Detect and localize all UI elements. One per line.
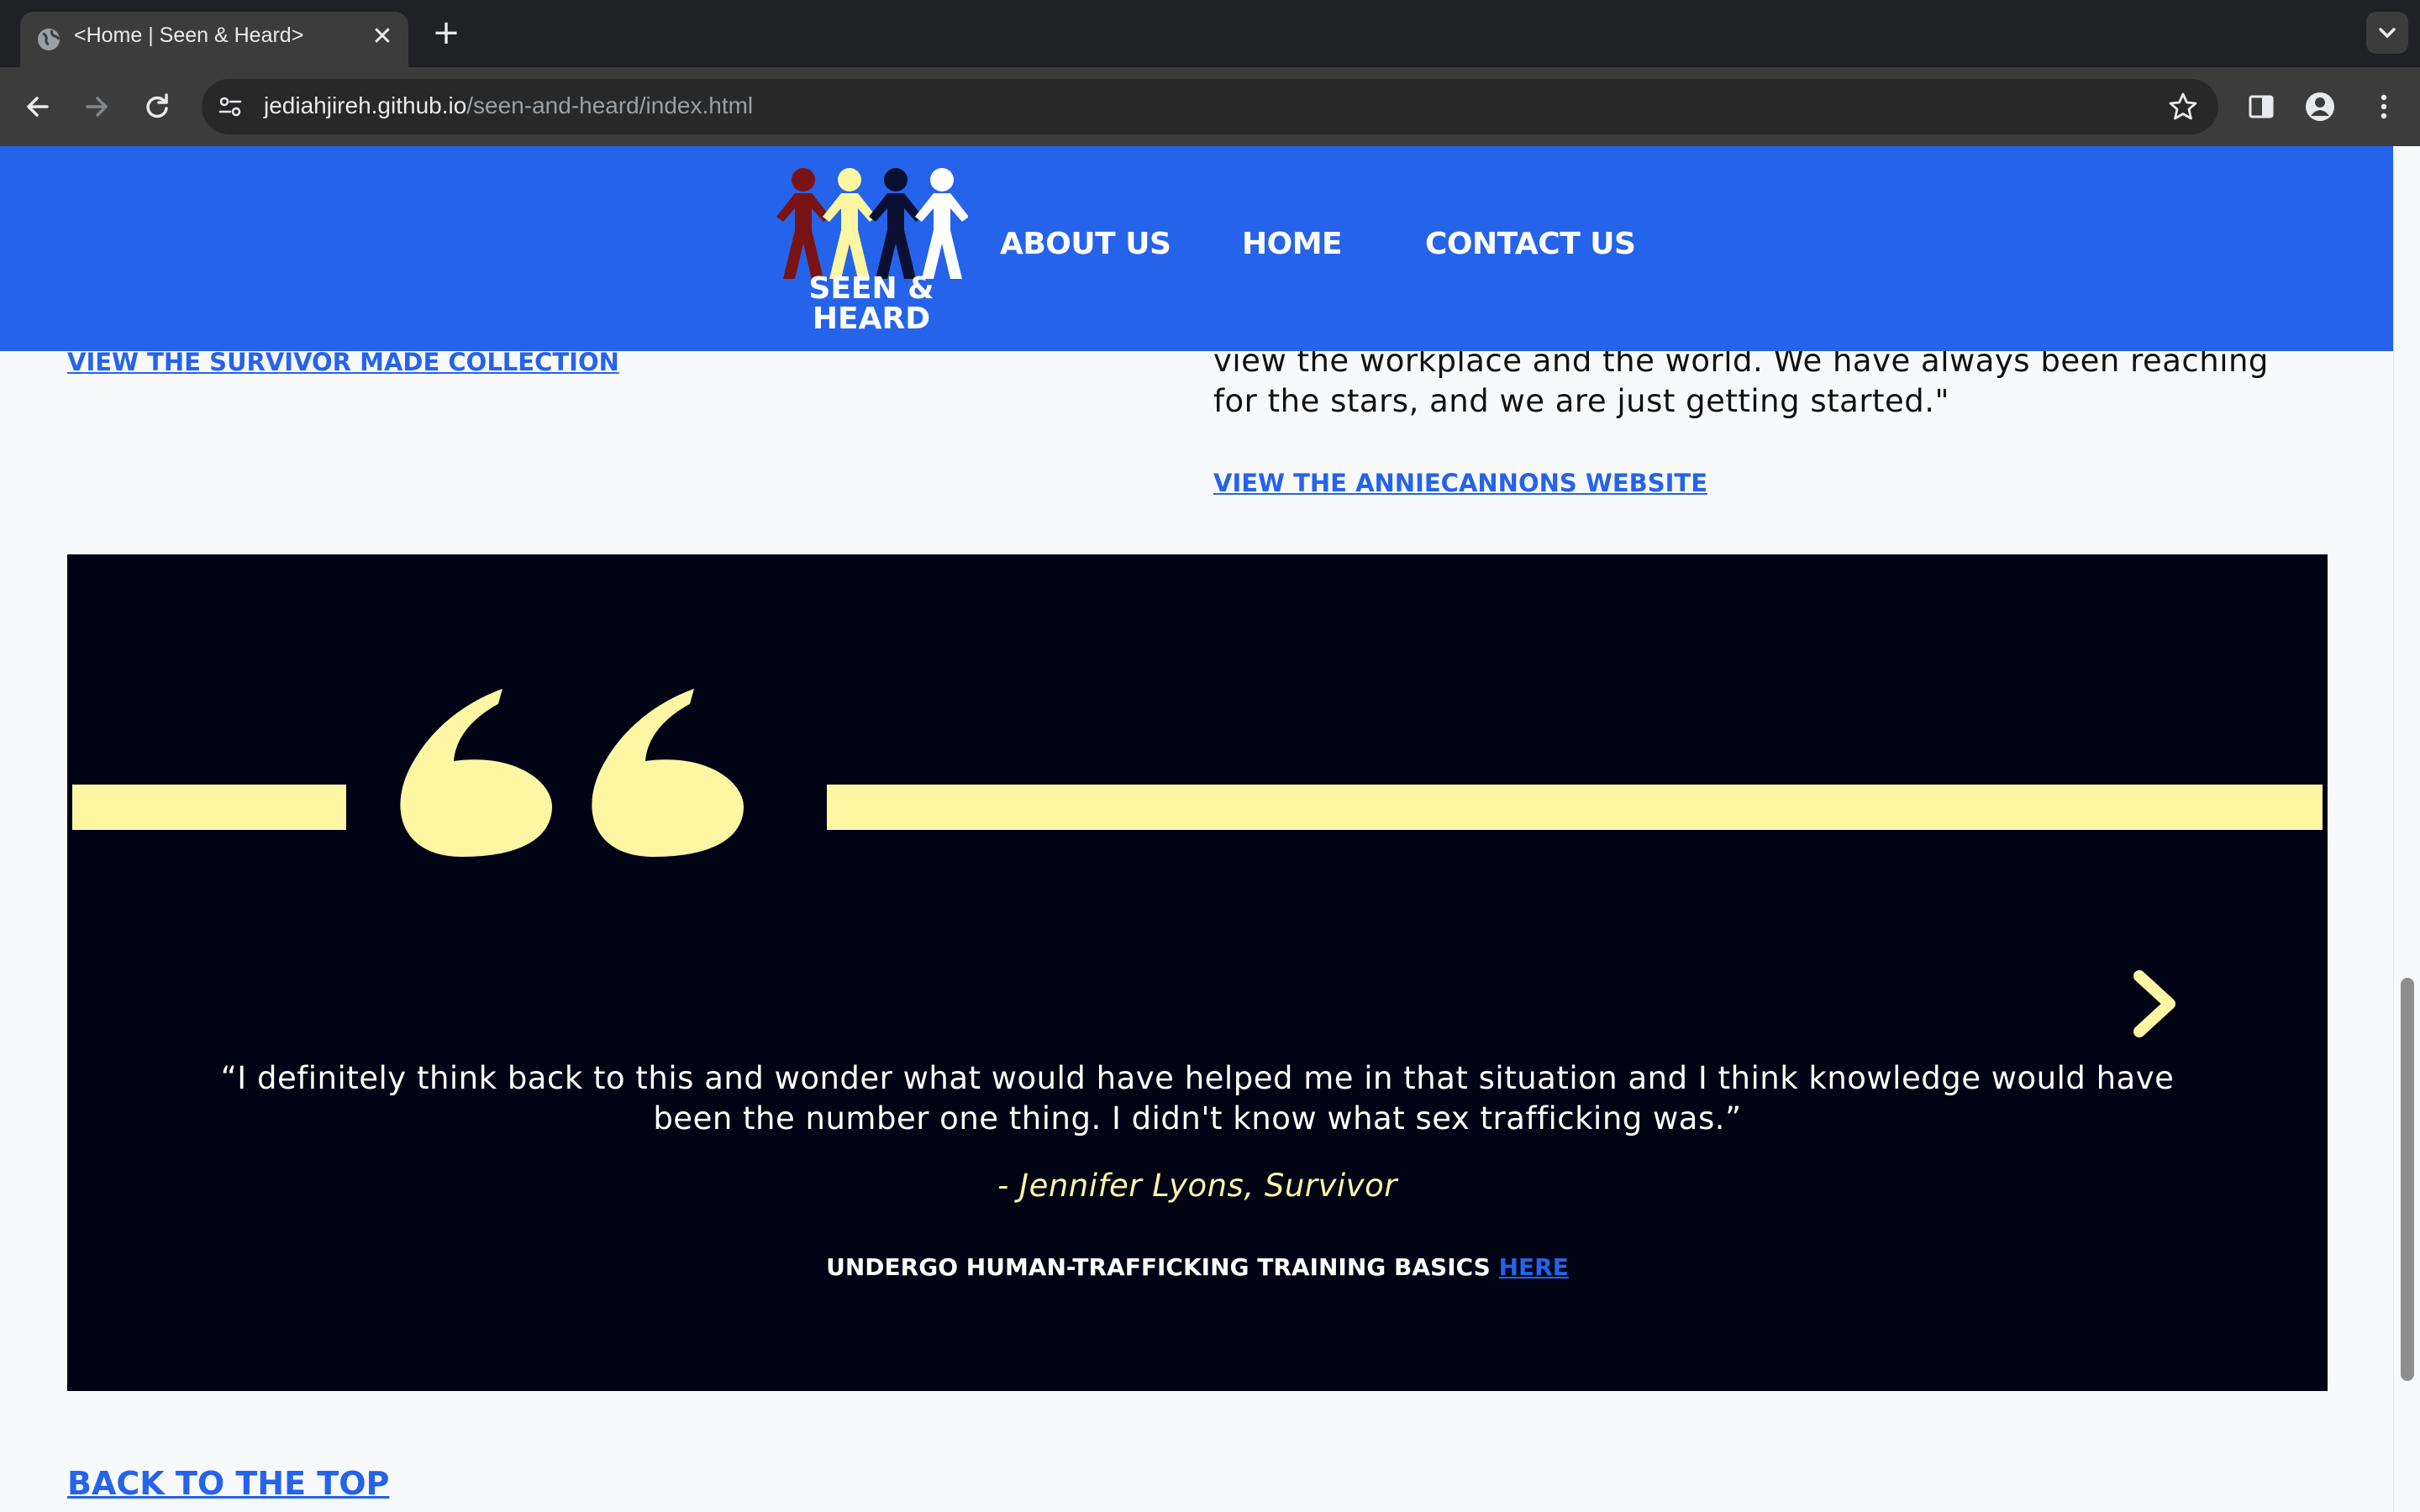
address-bar[interactable]: jediahjireh.github.io/seen-and-heard/ind… (202, 79, 2218, 134)
side-panel-icon[interactable] (2240, 86, 2282, 128)
nav-home[interactable]: HOME (1242, 227, 1343, 261)
testimonial-panel: “I definitely think back to this and won… (67, 554, 2328, 1391)
url-host: jediahjireh.github.io (264, 92, 467, 118)
testimonial-author: - Jennifer Lyons, Survivor (997, 1168, 1397, 1204)
url-path: /seen-and-heard/index.html (466, 92, 754, 118)
forward-arrow-icon[interactable] (76, 86, 118, 128)
browser-toolbar: jediahjireh.github.io/seen-and-heard/ind… (0, 67, 2420, 146)
training-text: UNDERGO HUMAN-TRAFFICKING TRAINING BASIC… (826, 1253, 1499, 1281)
profile-icon[interactable] (2299, 86, 2341, 128)
chevron-down-icon[interactable] (2366, 12, 2408, 54)
url-text: jediahjireh.github.io/seen-and-heard/ind… (264, 92, 753, 119)
anniecannons-quote-text: view the workplace and the world. We hav… (1213, 343, 2269, 419)
chevron-right-icon[interactable] (2126, 966, 2185, 1042)
scrollbar-thumb[interactable] (2401, 978, 2414, 1381)
reload-icon[interactable] (136, 86, 178, 128)
back-to-top-link[interactable]: BACK TO THE TOP (67, 1465, 389, 1502)
nav-about-us[interactable]: ABOUT US (1000, 227, 1171, 261)
survivor-collection-link[interactable]: VIEW THE SURVIVOR MADE COLLECTION (67, 348, 619, 376)
paper-people-logo-icon (776, 168, 969, 279)
logo-line-2: HEARD (812, 302, 931, 336)
site-info-icon[interactable] (215, 92, 245, 122)
training-here-link[interactable]: HERE (1499, 1253, 1569, 1281)
browser-tab[interactable]: <Home | Seen & Heard> ✕ (20, 12, 408, 67)
nav-contact-us[interactable]: CONTACT US (1425, 227, 1636, 261)
testimonial-quote: “I definitely think back to this and won… (220, 1060, 2175, 1137)
web-page: SEEN & HEARD ABOUT US HOME CONTACT US VI… (0, 146, 2393, 1512)
plus-icon[interactable]: + (429, 15, 464, 50)
site-header: SEEN & HEARD ABOUT US HOME CONTACT US (0, 146, 2393, 351)
back-arrow-icon[interactable] (17, 86, 59, 128)
close-icon[interactable]: ✕ (368, 23, 397, 51)
kebab-menu-icon[interactable] (2363, 86, 2405, 128)
tab-title: <Home | Seen & Heard> (74, 24, 304, 47)
browser-tab-strip: <Home | Seen & Heard> ✕ + (0, 0, 2420, 67)
star-icon[interactable] (2166, 90, 2200, 123)
globe-icon (38, 29, 60, 50)
site-logo[interactable]: SEEN & HEARD (775, 161, 969, 334)
logo-text: SEEN & HEARD (775, 274, 968, 334)
logo-line-1: SEEN & (808, 271, 934, 306)
anniecannons-website-link[interactable]: VIEW THE ANNIECANNONS WEBSITE (1213, 469, 1707, 497)
page-scrollbar[interactable] (2393, 146, 2420, 1512)
training-callout: UNDERGO HUMAN-TRAFFICKING TRAINING BASIC… (67, 1253, 2328, 1281)
